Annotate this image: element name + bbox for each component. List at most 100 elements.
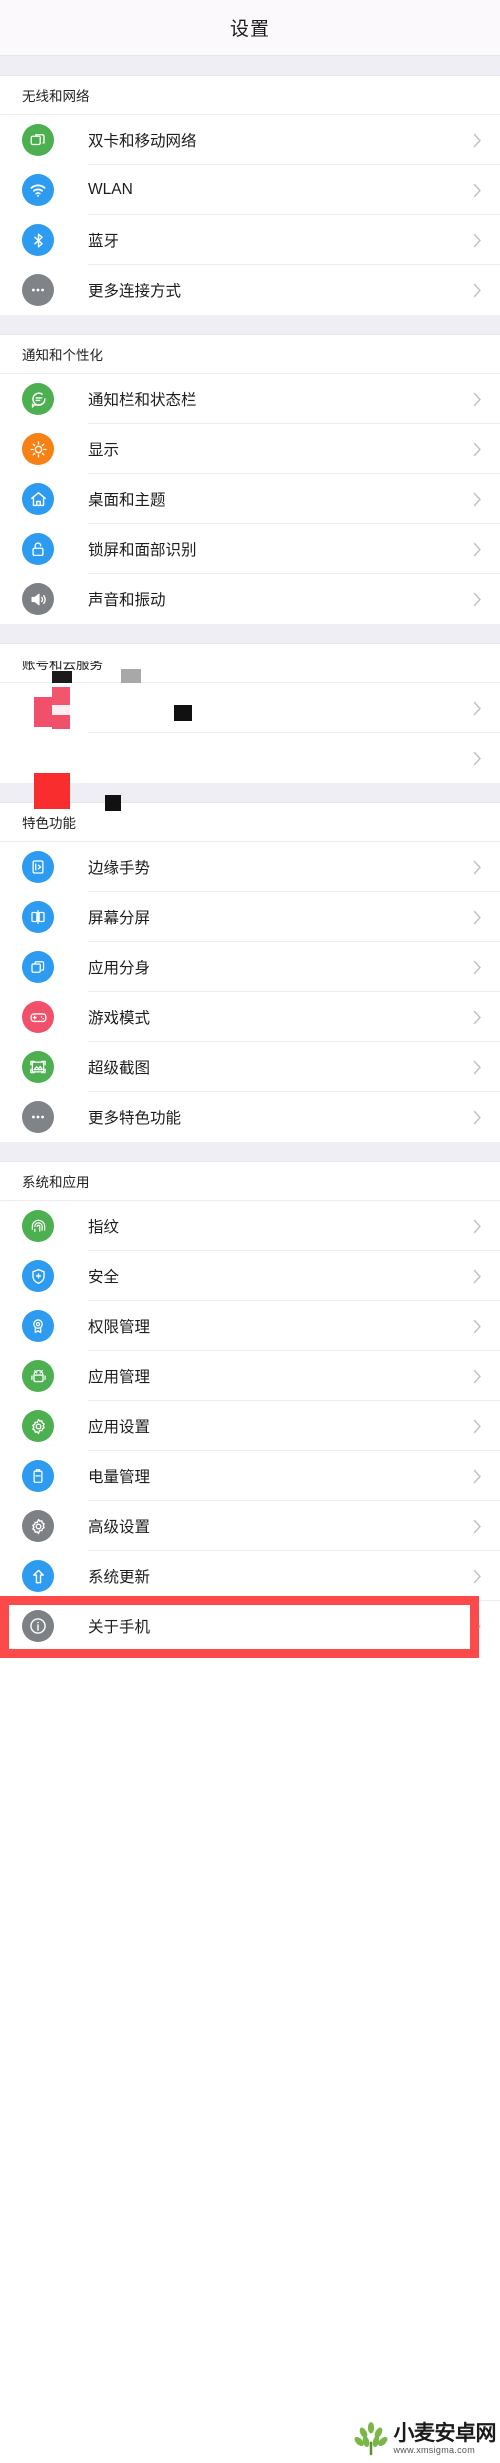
- list-item[interactable]: 蓝牙: [0, 215, 500, 265]
- list-item[interactable]: 关于手机: [0, 1601, 500, 1651]
- list-item[interactable]: [0, 733, 500, 783]
- chevron-right-icon: [473, 1269, 482, 1284]
- list-item-label: 权限管理: [88, 1319, 151, 1336]
- section-header-label: 特色功能: [22, 816, 76, 831]
- section-header-4: 系统和应用: [0, 1162, 500, 1201]
- list-item[interactable]: 桌面和主题: [0, 474, 500, 524]
- chevron-right-icon: [473, 1219, 482, 1234]
- list-item-label: 系统更新: [88, 1569, 151, 1586]
- chevron-right-icon: [473, 133, 482, 148]
- list-item-label: WLAN: [88, 181, 133, 198]
- list-item[interactable]: 指纹: [0, 1201, 500, 1251]
- watermark-text: 小麦安卓网 www.xmsigma.com: [394, 2423, 497, 2455]
- list-item-label: 锁屏和面部识别: [88, 542, 197, 559]
- corrupted-pixel-block: [52, 687, 70, 705]
- corrupted-pixel-block: [52, 705, 70, 715]
- list-item-label: 双卡和移动网络: [88, 133, 197, 150]
- settings-list: 无线和网络双卡和移动网络 WLAN 蓝牙更多连接方式通知和个性化通知栏和状态栏 显示桌…: [0, 56, 500, 1651]
- account-cloud-glitched-block: [0, 649, 500, 811]
- split-screen-icon: [22, 901, 54, 933]
- chevron-right-icon: [473, 183, 482, 198]
- app-clone-icon: [22, 951, 54, 983]
- list-item[interactable]: 显示: [0, 424, 500, 474]
- list-item-label: 应用分身: [88, 960, 151, 977]
- list-item-label: 通知栏和状态栏: [88, 392, 197, 409]
- section-divider: [0, 1142, 500, 1162]
- chevron-right-icon: [473, 283, 482, 298]
- page-title: 设置: [229, 19, 270, 40]
- corrupted-pixel-block: [121, 669, 141, 683]
- settings-screen: 设置 无线和网络双卡和移动网络 WLAN 蓝牙更多连接方式通知和个性化通知栏和状态栏…: [0, 0, 500, 2463]
- section-header-1: 通知和个性化: [0, 335, 500, 374]
- list-item-label: 显示: [88, 442, 120, 459]
- list-item-label: 屏幕分屏: [88, 910, 151, 927]
- list-item[interactable]: 双卡和移动网络: [0, 115, 500, 165]
- sim-card-icon: [22, 124, 54, 156]
- list-item-label: 更多特色功能: [88, 1110, 182, 1127]
- list-item[interactable]: [0, 683, 500, 733]
- chevron-right-icon: [473, 860, 482, 875]
- section-header-3: 特色功能: [0, 803, 500, 842]
- list-item[interactable]: 锁屏和面部识别: [0, 524, 500, 574]
- section-header-0: 无线和网络: [0, 76, 500, 115]
- titlebar: 设置: [0, 0, 500, 56]
- fingerprint-icon: [22, 1210, 54, 1242]
- watermark-url: www.xmsigma.com: [393, 2445, 476, 2455]
- chevron-right-icon: [473, 233, 482, 248]
- list-item-label: 应用设置: [88, 1419, 151, 1436]
- list-item[interactable]: 更多连接方式: [0, 265, 500, 315]
- list-item[interactable]: 更多特色功能: [0, 1092, 500, 1142]
- list-item[interactable]: 权限管理: [0, 1301, 500, 1351]
- list-item[interactable]: 安全: [0, 1251, 500, 1301]
- list-item[interactable]: 通知栏和状态栏: [0, 374, 500, 424]
- section-header-label: 系统和应用: [22, 1175, 90, 1190]
- section-divider: [0, 624, 500, 644]
- list-item-label: 蓝牙: [88, 233, 120, 250]
- chevron-right-icon: [473, 1569, 482, 1584]
- list-item[interactable]: 应用管理: [0, 1351, 500, 1401]
- list-item[interactable]: 声音和振动: [0, 574, 500, 624]
- up-arrow-icon: [22, 1560, 54, 1592]
- chevron-right-icon: [473, 910, 482, 925]
- more-dots-icon: [22, 1101, 54, 1133]
- section-divider: [0, 783, 500, 803]
- list-item[interactable]: WLAN: [0, 165, 500, 215]
- wheat-logo-icon: [354, 2422, 387, 2456]
- list-item-label: 超级截图: [88, 1060, 151, 1077]
- gear-icon: [22, 1410, 54, 1442]
- chevron-right-icon: [473, 542, 482, 557]
- corrupt-smear-light: [0, 649, 230, 661]
- list-item-label: 更多连接方式: [88, 283, 182, 300]
- section-header-label: 通知和个性化: [22, 348, 103, 363]
- chevron-right-icon: [473, 492, 482, 507]
- list-item[interactable]: 高级设置: [0, 1501, 500, 1551]
- list-item[interactable]: 应用分身: [0, 942, 500, 992]
- chevron-right-icon: [473, 1110, 482, 1125]
- more-dots-icon: [22, 274, 54, 306]
- chevron-right-icon: [473, 1319, 482, 1334]
- chevron-right-icon: [473, 1010, 482, 1025]
- list-item[interactable]: 屏幕分屏: [0, 892, 500, 942]
- list-item[interactable]: 超级截图: [0, 1042, 500, 1092]
- section-divider: [0, 56, 500, 76]
- chevron-right-icon: [473, 592, 482, 607]
- list-item[interactable]: 游戏模式: [0, 992, 500, 1042]
- list-item[interactable]: 电量管理: [0, 1451, 500, 1501]
- corrupted-icon: [22, 742, 54, 774]
- shield-icon: [22, 1260, 54, 1292]
- chevron-right-icon: [473, 751, 482, 766]
- list-item[interactable]: 边缘手势: [0, 842, 500, 892]
- gear-icon: [22, 1510, 54, 1542]
- list-item[interactable]: 应用设置: [0, 1401, 500, 1451]
- chevron-right-icon: [473, 1060, 482, 1075]
- brightness-icon: [22, 433, 54, 465]
- home-icon: [22, 483, 54, 515]
- screenshot-icon: [22, 1051, 54, 1083]
- watermark: 小麦安卓网 www.xmsigma.com: [351, 2419, 497, 2459]
- gamepad-icon: [22, 1001, 54, 1033]
- chevron-right-icon: [473, 1369, 482, 1384]
- corrupted-pixel-block: [34, 773, 70, 809]
- list-item-label: 应用管理: [88, 1369, 151, 1386]
- edge-gesture-icon: [22, 851, 54, 883]
- list-item[interactable]: 系统更新: [0, 1551, 500, 1601]
